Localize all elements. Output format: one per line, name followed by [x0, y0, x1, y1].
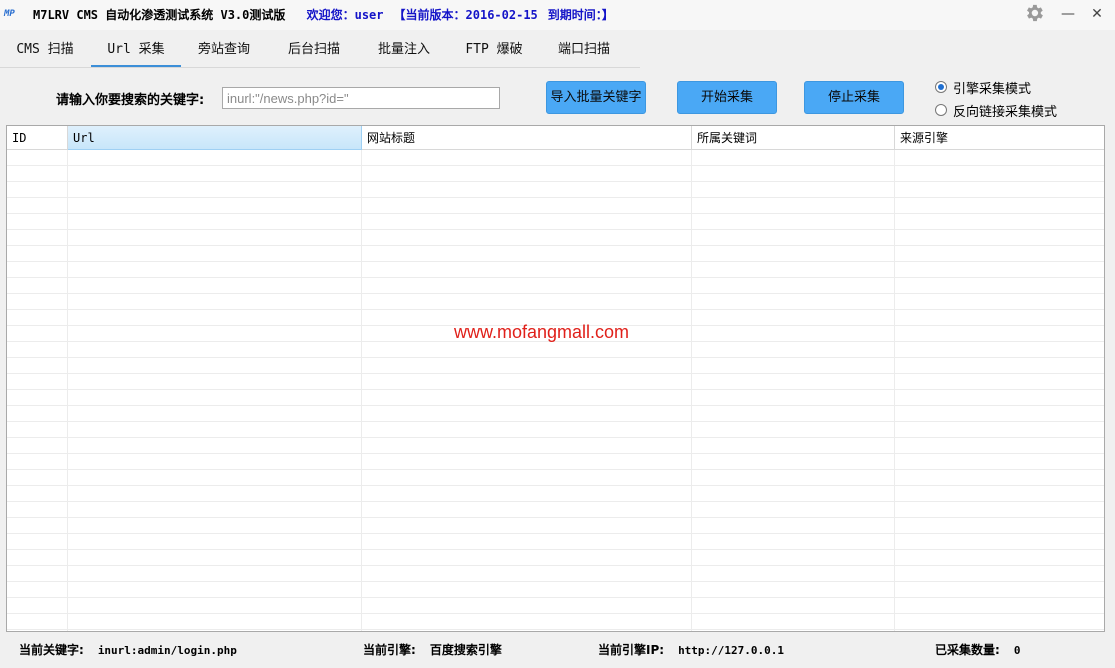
column-header-title[interactable]: 网站标题	[362, 126, 692, 150]
status-keyword: 当前关键字: inurl:admin/login.php	[19, 641, 237, 658]
column-divider	[894, 150, 895, 631]
tab-admin-scan[interactable]: 后台扫描	[278, 36, 350, 67]
window-title: M7LRV CMS 自动化渗透测试系统 V3.0测试版 欢迎您：user 【当前版…	[33, 6, 624, 23]
grid-header: ID Url 网站标题 所属关键词 来源引擎	[7, 126, 1104, 150]
start-collect-button[interactable]: 开始采集	[677, 81, 777, 114]
tab-ftp-brute[interactable]: FTP 爆破	[458, 36, 530, 67]
expire-text: 到期时间：】	[547, 8, 614, 22]
settings-gear-icon[interactable]	[1023, 2, 1045, 24]
mode-backlink-label: 反向链接采集模式	[953, 104, 1058, 120]
status-engine-value: 百度搜索引擎	[429, 643, 502, 657]
column-divider	[67, 150, 68, 631]
status-engine-ip: 当前引擎IP: http://127.0.0.1	[598, 641, 784, 658]
tab-cms-scan[interactable]: CMS 扫描	[10, 36, 80, 67]
status-engine-ip-label: 当前引擎IP:	[598, 643, 665, 657]
radio-checked-icon[interactable]	[935, 81, 947, 93]
status-keyword-label: 当前关键字:	[19, 643, 84, 657]
tab-batch-inject[interactable]: 批量注入	[368, 36, 440, 67]
minimize-icon[interactable]: —	[1058, 4, 1078, 24]
grid-rows	[7, 150, 1104, 631]
column-divider	[691, 150, 692, 631]
status-engine: 当前引擎: 百度搜索引擎	[363, 641, 502, 658]
welcome-text: 欢迎您：user	[306, 8, 384, 22]
keyword-input[interactable]	[222, 87, 500, 109]
status-keyword-value: inurl:admin/login.php	[97, 644, 237, 657]
column-header-engine[interactable]: 来源引擎	[895, 126, 1104, 150]
user-info: 欢迎您：user 【当前版本：2016-02-15 到期时间：】	[307, 8, 624, 22]
title-bar: MP M7LRV CMS 自动化渗透测试系统 V3.0测试版 欢迎您：user 【…	[0, 0, 1115, 30]
tab-port-scan[interactable]: 端口扫描	[548, 36, 620, 67]
status-count-label: 已采集数量:	[935, 643, 1000, 657]
app-logo-icon: MP	[4, 9, 15, 19]
app-title: M7LRV CMS 自动化渗透测试系统 V3.0测试版	[33, 8, 286, 22]
column-header-id[interactable]: ID	[7, 126, 68, 150]
close-icon[interactable]: ✕	[1087, 4, 1107, 24]
main-tabs: CMS 扫描 Url 采集 旁站查询 后台扫描 批量注入 FTP 爆破 端口扫描	[0, 36, 640, 68]
column-header-url[interactable]: Url	[68, 126, 362, 150]
mode-engine-label: 引擎采集模式	[953, 81, 1032, 97]
column-divider	[361, 150, 362, 631]
radio-unchecked-icon[interactable]	[935, 104, 947, 116]
tab-url-collect[interactable]: Url 采集	[91, 36, 181, 67]
import-keywords-button[interactable]: 导入批量关键字	[546, 81, 646, 114]
status-engine-ip-value: http://127.0.0.1	[678, 644, 785, 657]
column-header-keyword[interactable]: 所属关键词	[692, 126, 895, 150]
results-grid[interactable]: ID Url 网站标题 所属关键词 来源引擎	[6, 125, 1105, 632]
status-count-value: 0	[1013, 644, 1021, 657]
watermark-text: www.mofangmall.com	[454, 322, 630, 342]
status-count: 已采集数量: 0	[935, 641, 1020, 658]
mode-backlink-option[interactable]: 反向链接采集模式	[935, 101, 1058, 120]
mode-engine-option[interactable]: 引擎采集模式	[935, 78, 1032, 97]
tab-side-site-query[interactable]: 旁站查询	[188, 36, 260, 67]
status-engine-label: 当前引擎:	[363, 643, 416, 657]
keyword-label: 请输入你要搜索的关键字:	[56, 93, 205, 108]
stop-collect-button[interactable]: 停止采集	[804, 81, 904, 114]
version-text: 【当前版本：2016-02-15	[393, 8, 538, 22]
